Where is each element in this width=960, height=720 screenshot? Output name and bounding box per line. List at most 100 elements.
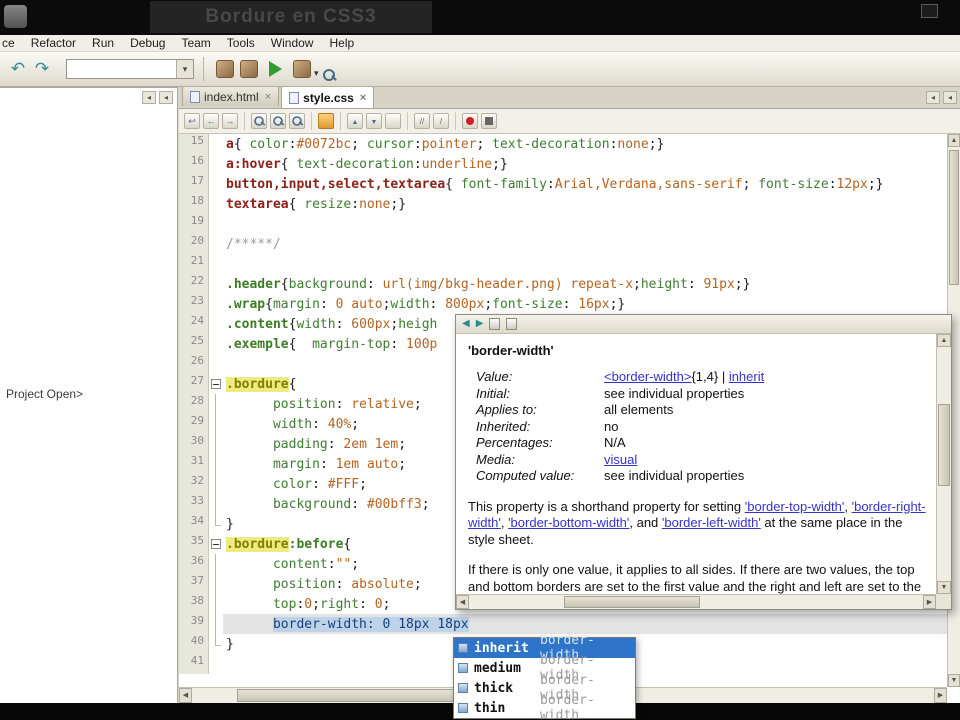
menu-item-help[interactable]: Help [321,36,362,50]
quick-search-combo[interactable] [66,59,194,79]
dock-panel-icon[interactable] [159,91,173,104]
build-project-icon[interactable] [216,60,234,78]
jump-back-icon[interactable] [203,113,219,129]
last-edit-icon[interactable] [184,113,200,129]
line-number: 38 [179,594,209,614]
uncomment-icon[interactable] [433,113,449,129]
next-bookmark-icon[interactable] [366,113,382,129]
toggle-highlight-icon[interactable] [318,113,334,129]
code-line-20[interactable]: 20 /*****/ [179,234,947,254]
macro-stop-icon[interactable] [481,113,497,129]
code-line-23[interactable]: 23 .wrap{margin: 0 auto;width: 800px;font… [179,294,947,314]
menu-item-team[interactable]: Team [173,36,218,50]
scroll-down-icon[interactable]: ▼ [948,674,960,687]
doc-horizontal-scrollbar[interactable]: ◀ ▶ [456,594,936,609]
doc-scroll-up-icon[interactable]: ▲ [937,334,951,347]
search-icon[interactable] [321,67,337,83]
code-line-text: a:hover{ text-decoration:underline;} [223,154,947,174]
horizontal-scroll-thumb[interactable] [237,689,469,702]
doc-link[interactable]: 'border-top-width' [745,499,845,514]
fold-toggle-icon[interactable] [209,374,223,394]
fold-margin [209,274,223,294]
clean-build-icon[interactable] [240,60,258,78]
scroll-left-icon[interactable]: ◀ [179,688,192,703]
find-selection-icon[interactable] [253,115,266,128]
text-segment: 800px [445,297,485,312]
doc-show-icon[interactable] [489,318,501,330]
maximize-editor-icon[interactable] [943,91,957,104]
debug-project-icon[interactable] [293,60,311,78]
menu-item-run[interactable]: Run [84,36,122,50]
undo-icon[interactable] [6,57,30,81]
fold-toggle-icon[interactable] [209,534,223,554]
code-line-18[interactable]: 18 textarea{ resize:none;} [179,194,947,214]
doc-link[interactable]: 'border-bottom-width' [508,515,629,530]
text-segment [226,417,273,432]
tab-index.html[interactable]: index.html × [182,86,280,106]
doc-scroll-down-icon[interactable]: ▼ [937,581,951,594]
text-segment: pointer [421,137,477,152]
code-line-39[interactable]: 39 border-width: 0 18px 18px [179,614,947,634]
doc-link[interactable]: inherit [729,369,764,384]
doc-link[interactable]: visual [604,452,637,467]
doc-link[interactable]: 'border-left-width' [662,515,761,530]
doc-scroll-left-icon[interactable]: ◀ [456,595,469,609]
text-segment: ; [351,137,367,152]
previous-bookmark-icon[interactable] [347,113,363,129]
text-segment: ;} [867,177,884,192]
code-line-16[interactable]: 16 a:hover{ text-decoration:underline;} [179,154,947,174]
tab-style.css[interactable]: style.css × [281,86,375,108]
code-line-17[interactable]: 17 button,input,select,textarea{ font-fam… [179,174,947,194]
doc-table-row: Value: <border-width>{1,4} | inherit [466,369,930,386]
text-segment: : [351,197,360,212]
code-line-text: border-width: 0 18px 18px [223,614,947,634]
vertical-scroll-thumb[interactable] [949,150,959,285]
find-previous-icon[interactable] [291,115,304,128]
text-segment: 0 [304,597,313,612]
doc-back-icon[interactable] [462,315,470,333]
text-segment: absolute [351,577,414,592]
find-next-icon[interactable] [272,115,285,128]
doc-horizontal-scroll-thumb[interactable] [564,596,700,608]
doc-vertical-scroll-thumb[interactable] [938,404,950,486]
text-segment: ; [398,437,407,452]
menu-item-tools[interactable]: Tools [219,36,263,50]
doc-field-label: Percentages: [476,435,553,450]
doc-vertical-scrollbar[interactable]: ▲ ▼ [936,334,951,594]
completion-item-thin[interactable]: thin border-width [454,693,635,720]
code-line-22[interactable]: 22 .header{background: url(img/bkg-header… [179,274,947,294]
code-line-15[interactable]: 15 a{ color:#0072bc; cursor:pointer; text… [179,134,947,154]
menu-item-ce[interactable]: ce [0,36,23,50]
text-segment: button,input,select,textarea [226,177,446,192]
text-segment: :before [288,537,344,552]
text-segment: .header [226,277,281,292]
text-segment: width [272,417,313,432]
run-project-icon[interactable] [269,61,282,77]
code-line-21[interactable]: 21 [179,254,947,274]
jump-forward-icon[interactable] [222,113,238,129]
fold-margin [209,214,223,234]
code-line-19[interactable]: 19 [179,214,947,234]
scroll-right-icon[interactable]: ▶ [934,688,947,703]
doc-scroll-right-icon[interactable]: ▶ [923,595,936,609]
redo-icon[interactable] [30,57,54,81]
minimize-panel-icon[interactable] [142,91,156,104]
doc-link[interactable]: <border-width> [604,369,691,384]
text-segment: 100p [406,337,438,352]
tab-close-icon[interactable]: × [360,92,366,103]
text-segment: none [359,197,391,212]
text-segment: ;} [492,157,508,172]
macro-record-icon[interactable] [462,113,478,129]
tab-list-icon[interactable] [926,91,940,104]
doc-external-browser-icon[interactable] [506,318,518,330]
menu-item-refactor[interactable]: Refactor [23,36,84,50]
doc-forward-icon[interactable] [476,315,484,333]
scroll-up-icon[interactable]: ▲ [948,134,960,147]
menu-item-debug[interactable]: Debug [122,36,173,50]
menu-item-window[interactable]: Window [263,36,322,50]
text-segment: .bordure [226,377,289,392]
tab-close-icon[interactable]: × [265,91,271,102]
text-segment: color [249,137,289,152]
comment-icon[interactable] [414,113,430,129]
toggle-bookmark-icon[interactable] [385,113,401,129]
